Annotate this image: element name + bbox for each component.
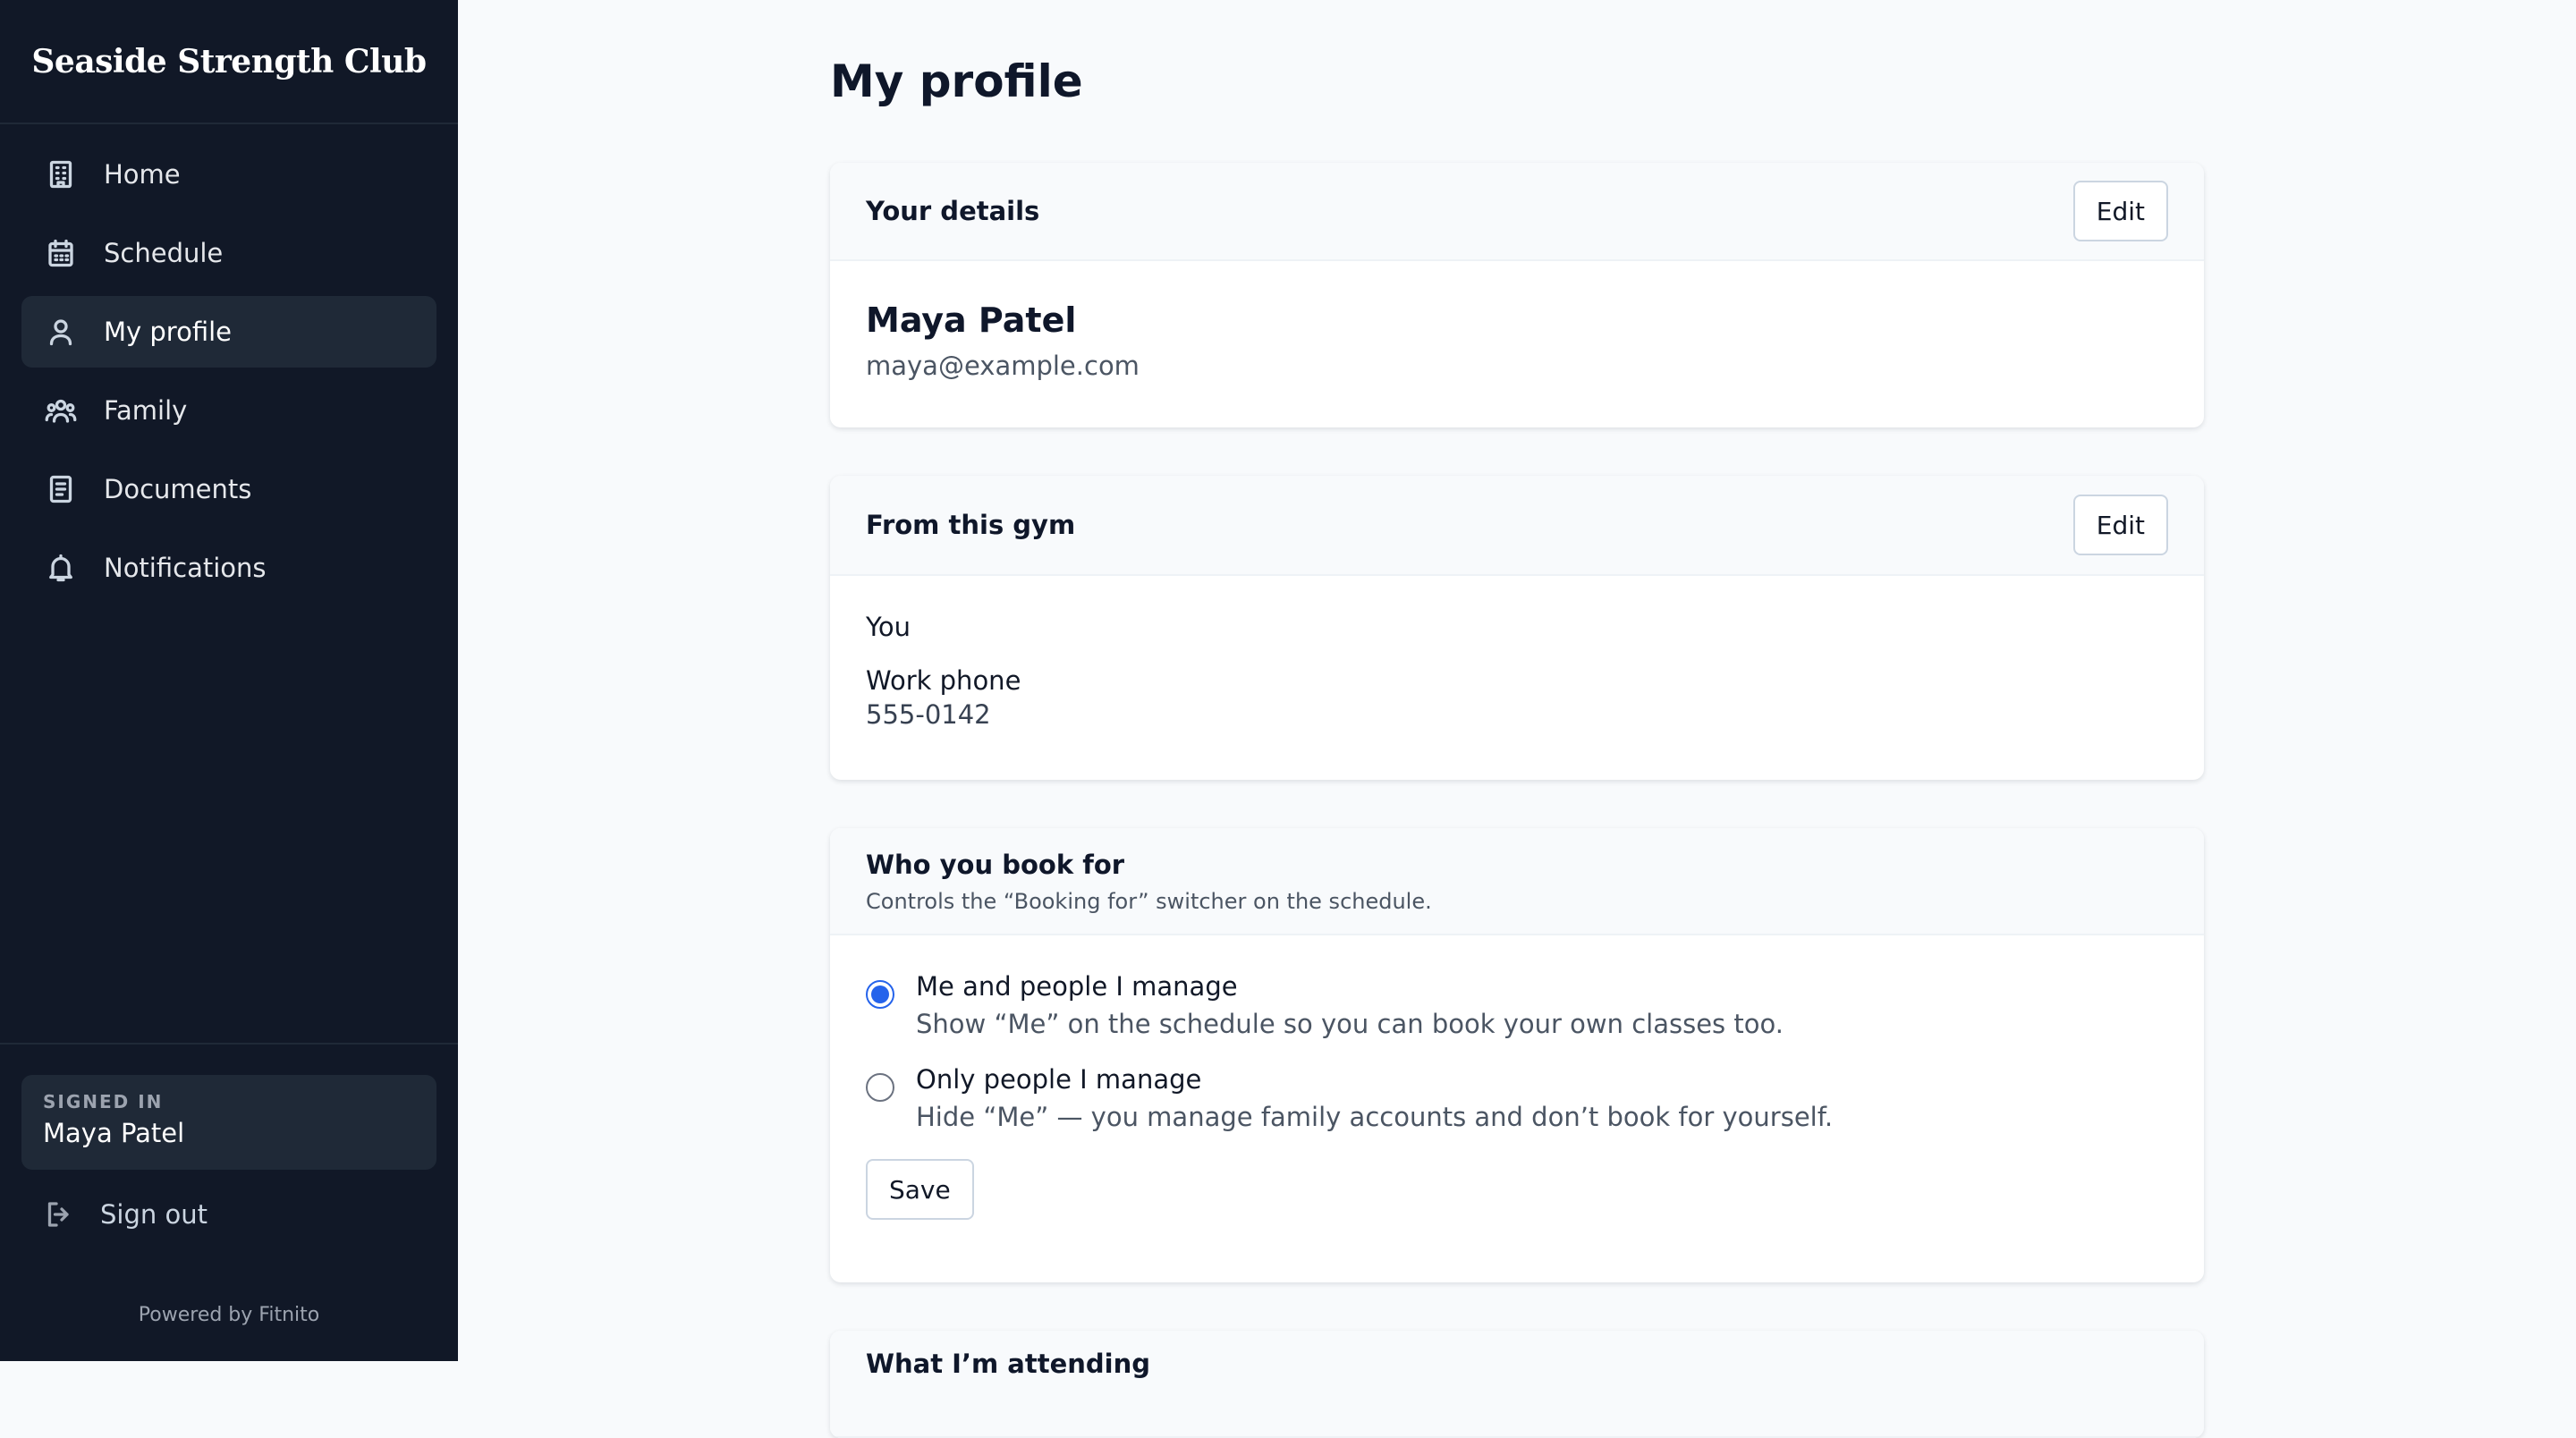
card-header: Who you book for Controls the “Booking f…	[830, 828, 2204, 935]
your-details-card: Your details Edit Maya Patel maya@exampl…	[830, 163, 2204, 427]
sidebar-item-schedule[interactable]: Schedule	[21, 217, 436, 289]
sidebar-item-label: Home	[104, 159, 181, 190]
building-icon	[43, 156, 79, 192]
sidebar-item-label: Documents	[104, 474, 252, 504]
option-label: Me and people I manage	[916, 971, 1238, 1002]
sidebar-item-notifications[interactable]: Notifications	[21, 532, 436, 604]
sidebar-item-label: My profile	[104, 317, 233, 347]
card-header: Your details Edit	[830, 163, 2204, 261]
booking-options: Me and people I manage Show “Me” on the …	[830, 935, 2204, 1220]
save-button[interactable]: Save	[866, 1159, 974, 1220]
brand-title: Seaside Strength Club	[0, 0, 458, 124]
sidebar-nav: Home Schedule My profile Family Document…	[0, 124, 458, 604]
bell-icon	[43, 550, 79, 586]
booking-option-only-managed[interactable]: Only people I manage Hide “Me” — you man…	[866, 1064, 2168, 1132]
card-subtitle: Controls the “Booking for” switcher on t…	[866, 889, 1432, 914]
signed-in-card: SIGNED IN Maya Patel	[21, 1075, 436, 1170]
signed-in-name: Maya Patel	[43, 1118, 185, 1148]
calendar-icon	[43, 235, 79, 271]
document-icon	[43, 471, 79, 507]
card-header: From this gym Edit	[830, 476, 2204, 576]
page-title: My profile	[830, 55, 1083, 107]
signed-in-label: SIGNED IN	[43, 1091, 164, 1112]
sidebar-footer: SIGNED IN Maya Patel Sign out Powered by…	[0, 1043, 458, 1361]
option-description: Hide “Me” — you manage family accounts a…	[916, 1102, 1834, 1132]
sidebar-item-label: Schedule	[104, 238, 224, 268]
card-body: You Work phone 555-0142	[830, 576, 2204, 730]
edit-gym-info-button[interactable]: Edit	[2072, 495, 2168, 555]
sidebar: Seaside Strength Club Home Schedule My p…	[0, 0, 458, 1361]
card-title: What I’m attending	[866, 1349, 1150, 1379]
what-im-attending-card: What I’m attending	[830, 1331, 2204, 1438]
radio-button[interactable]	[866, 1073, 894, 1102]
card-header: What I’m attending	[830, 1331, 2204, 1438]
booking-option-me-and-managed[interactable]: Me and people I manage Show “Me” on the …	[866, 971, 2168, 1039]
powered-by: Powered by Fitnito	[138, 1304, 320, 1326]
sidebar-item-home[interactable]: Home	[21, 139, 436, 210]
sidebar-item-my-profile[interactable]: My profile	[21, 296, 436, 368]
sign-out-button[interactable]: Sign out	[43, 1198, 208, 1231]
sidebar-item-label: Notifications	[104, 553, 267, 583]
who-you-book-for-card: Who you book for Controls the “Booking f…	[830, 828, 2204, 1282]
you-label: You	[866, 612, 911, 642]
sidebar-item-family[interactable]: Family	[21, 375, 436, 446]
user-icon	[43, 314, 79, 350]
people-icon	[43, 393, 79, 428]
member-email: maya@example.com	[866, 351, 1140, 381]
option-label: Only people I manage	[916, 1064, 1202, 1095]
edit-details-button[interactable]: Edit	[2072, 181, 2168, 241]
sign-out-icon	[47, 1202, 69, 1227]
member-name: Maya Patel	[866, 300, 1077, 340]
sidebar-item-documents[interactable]: Documents	[21, 453, 436, 525]
radio-button-selected[interactable]	[866, 980, 894, 1009]
from-this-gym-card: From this gym Edit You Work phone 555-01…	[830, 476, 2204, 780]
work-phone-value: 555-0142	[866, 699, 991, 730]
sidebar-item-label: Family	[104, 395, 188, 426]
work-phone-label: Work phone	[866, 665, 1021, 696]
card-body: Maya Patel maya@example.com	[830, 261, 2204, 381]
option-description: Show “Me” on the schedule so you can boo…	[916, 1009, 1784, 1039]
sign-out-label: Sign out	[100, 1199, 208, 1230]
card-title: Who you book for	[866, 850, 1125, 880]
card-title: Your details	[866, 196, 1040, 226]
card-title: From this gym	[866, 510, 1076, 540]
